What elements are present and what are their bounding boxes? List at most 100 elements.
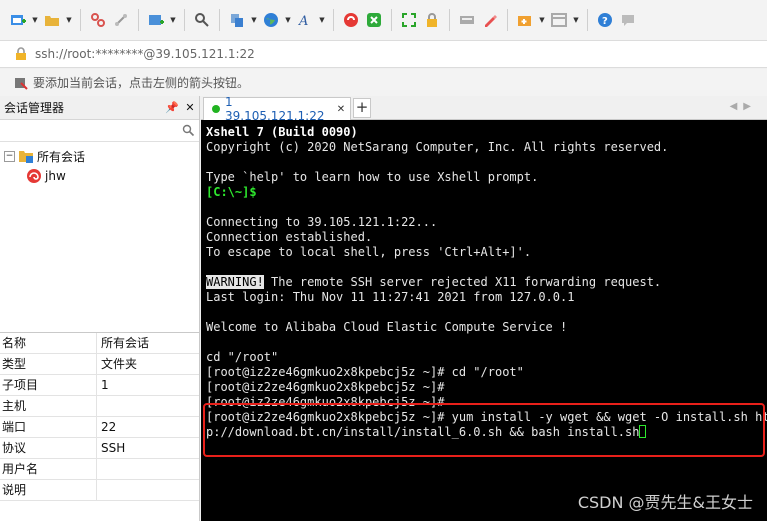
property-value[interactable]: 文件夹 [97, 354, 199, 374]
chevron-down-icon[interactable]: ▼ [31, 9, 39, 31]
chevron-down-icon[interactable]: ▼ [572, 9, 580, 31]
toolbar-divider [507, 9, 508, 31]
help-icon[interactable]: ? [595, 9, 615, 31]
tree-item-label: 所有会话 [37, 149, 86, 164]
panel-header: 会话管理器 📌 ✕ [0, 96, 199, 120]
address-input[interactable] [35, 47, 635, 61]
address-bar [0, 40, 767, 68]
terminal-line: Xshell 7 (Build 0090) [206, 125, 358, 139]
property-value[interactable]: 1 [97, 375, 199, 395]
terminal-line: [root@iz2ze46gmkuo2x8kpebcj5z ~]# cd "/r… [206, 365, 524, 379]
terminal-line: Last login: Thu Nov 11 11:27:41 2021 fro… [206, 290, 575, 304]
session-search [0, 120, 199, 142]
copy-icon[interactable] [227, 9, 247, 31]
terminal-line: [root@iz2ze46gmkuo2x8kpebcj5z ~]# [206, 380, 445, 394]
terminal-line: WARNING! The remote SSH server rejected … [206, 275, 767, 290]
new-tab-button[interactable]: + [353, 98, 371, 118]
property-key: 主机 [0, 396, 97, 416]
disconnect-icon[interactable] [88, 9, 108, 31]
svg-text:?: ? [602, 16, 608, 27]
command-highlight-box [203, 403, 765, 457]
chevron-down-icon[interactable]: ▼ [65, 9, 73, 31]
new-tab-icon[interactable] [146, 9, 166, 31]
xftp-icon[interactable] [341, 9, 361, 31]
panel-title: 会话管理器 [4, 101, 65, 115]
property-key: 协议 [0, 438, 97, 458]
pin-icon[interactable]: 📌 [163, 101, 181, 114]
svg-text:A: A [298, 14, 308, 28]
toolbar-divider [587, 9, 588, 31]
highlight-icon[interactable] [480, 9, 500, 31]
chevron-down-icon[interactable]: ▼ [318, 9, 326, 31]
terminal-line: Connecting to 39.105.121.1:22... [206, 215, 438, 229]
property-row: 说明 [0, 480, 199, 501]
tab-scroll-arrows[interactable]: ◀▶ [730, 101, 757, 112]
toolbar-divider [80, 9, 81, 31]
toolbar-divider [138, 9, 139, 31]
close-icon[interactable]: ✕ [332, 104, 350, 115]
fullscreen-icon[interactable] [399, 9, 419, 31]
terminal-line: Welcome to Alibaba Cloud Elastic Compute… [206, 320, 568, 334]
layout-icon[interactable] [549, 9, 569, 31]
xmanager-icon[interactable] [364, 9, 384, 31]
find-icon[interactable] [192, 9, 212, 31]
globe-icon[interactable] [261, 9, 281, 31]
terminal-line: Copyright (c) 2020 NetSarang Computer, I… [206, 140, 669, 154]
compose-icon[interactable] [515, 9, 535, 31]
tab-session-1[interactable]: 1 39.105.121.1:22 ✕ [203, 95, 351, 123]
chevron-down-icon[interactable]: ▼ [538, 9, 546, 31]
property-value[interactable]: 所有会话 [97, 333, 199, 353]
property-value[interactable] [97, 459, 199, 479]
tree-item-label: jhw [45, 169, 66, 183]
property-value[interactable] [97, 480, 199, 500]
main-toolbar: ▼ ▼ ▼ ▼ ▼ A ▼ ▼ ▼ ? [0, 0, 767, 40]
property-value[interactable]: 22 [97, 417, 199, 437]
open-folder-icon[interactable] [42, 9, 62, 31]
property-key: 子项目 [0, 375, 97, 395]
toolbar-divider [333, 9, 334, 31]
property-value[interactable]: SSH [97, 438, 199, 458]
terminal-output[interactable]: Xshell 7 (Build 0090) Copyright (c) 2020… [201, 120, 767, 521]
tree-item-jhw[interactable]: jhw [4, 166, 199, 186]
chevron-down-icon[interactable]: ▼ [284, 9, 292, 31]
toolbar-divider [184, 9, 185, 31]
collapse-icon[interactable]: − [4, 150, 15, 162]
chat-icon[interactable] [618, 9, 638, 31]
property-key: 说明 [0, 480, 97, 500]
search-icon[interactable] [182, 124, 195, 137]
reconnect-icon[interactable] [111, 9, 131, 31]
terminal-line: To escape to local shell, press 'Ctrl+Al… [206, 245, 532, 259]
session-swirl-icon [27, 169, 41, 183]
lock-icon [16, 47, 26, 60]
folder-icon [19, 151, 33, 163]
font-icon[interactable]: A [295, 9, 315, 31]
property-value[interactable] [97, 396, 199, 416]
warning-tag: WARNING! [206, 275, 264, 289]
property-row: 子项目 1 [0, 375, 199, 396]
session-tabstrip: 1 39.105.121.1:22 ✕ + ◀▶ [201, 95, 767, 123]
add-session-arrow-icon[interactable] [14, 76, 28, 90]
hint-bar: 要添加当前会话，点击左侧的箭头按钮。 [0, 69, 767, 96]
properties-grid: 名称 所有会话 类型 文件夹 子项目 1 主机 端口 22 协议 SSH 用户名 说明 [0, 332, 199, 501]
session-search-input[interactable] [0, 120, 199, 141]
property-row: 主机 [0, 396, 199, 417]
chevron-down-icon[interactable]: ▼ [169, 9, 177, 31]
tree-item-all-sessions[interactable]: − 所有会话 [4, 146, 199, 166]
keyboard-icon[interactable] [457, 9, 477, 31]
close-icon[interactable]: ✕ [181, 101, 199, 114]
tab-label: 1 39.105.121.1:22 [225, 95, 325, 123]
toolbar-divider [449, 9, 450, 31]
terminal-line: cd "/root" [206, 350, 279, 364]
chevron-down-icon[interactable]: ▼ [250, 9, 258, 31]
terminal-line: Type `help' to learn how to use Xshell p… [206, 170, 539, 184]
local-prompt: [C:\~]$ [206, 185, 257, 199]
property-row: 端口 22 [0, 417, 199, 438]
new-session-icon[interactable] [8, 9, 28, 31]
lock-icon[interactable] [422, 9, 442, 31]
property-row: 类型 文件夹 [0, 354, 199, 375]
toolbar-divider [219, 9, 220, 31]
